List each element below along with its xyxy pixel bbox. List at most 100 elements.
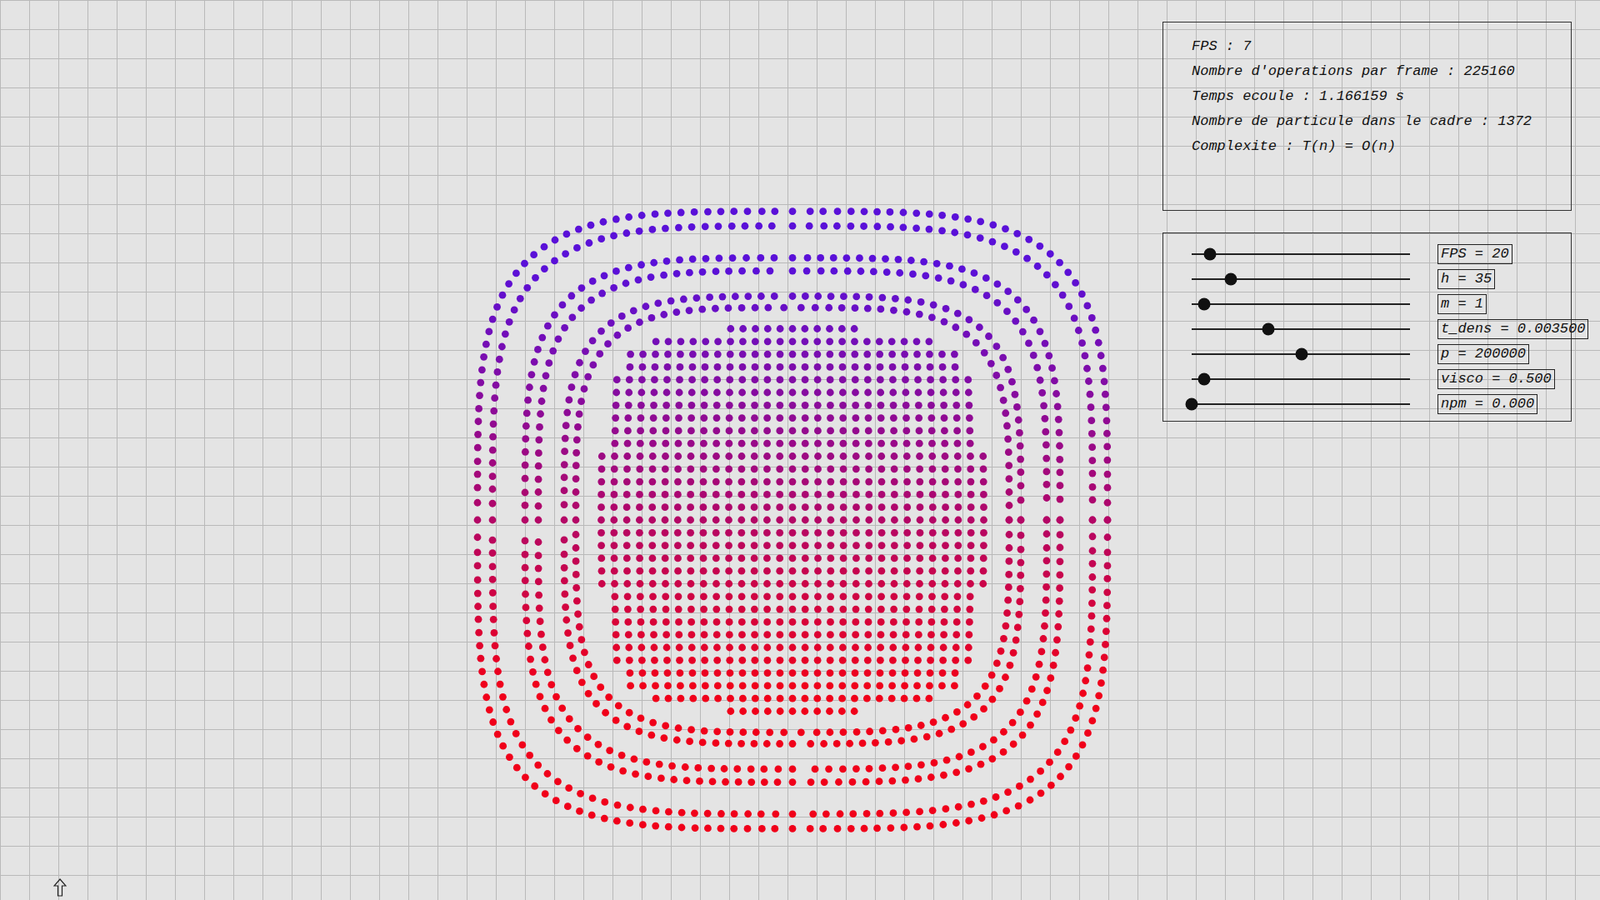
particle xyxy=(947,725,955,734)
particle xyxy=(913,682,921,690)
particle xyxy=(775,541,784,550)
slider-track[interactable] xyxy=(1191,378,1410,380)
particle xyxy=(523,410,531,418)
particle xyxy=(966,580,975,588)
particle xyxy=(739,682,747,690)
particle xyxy=(851,304,860,312)
particle xyxy=(713,656,721,665)
particle xyxy=(940,414,949,422)
particle xyxy=(903,478,911,486)
slider-knob[interactable] xyxy=(1197,373,1210,386)
particle xyxy=(873,208,881,216)
particle xyxy=(650,401,658,410)
particle xyxy=(1103,615,1111,623)
particle xyxy=(852,427,860,435)
slider-knob[interactable] xyxy=(1295,348,1309,361)
particle xyxy=(639,363,647,371)
particle xyxy=(713,375,721,384)
particle xyxy=(865,592,873,600)
particle xyxy=(943,756,951,765)
particle xyxy=(1099,666,1107,675)
particle xyxy=(865,440,873,448)
particle xyxy=(569,654,577,662)
particle xyxy=(929,465,937,473)
particle xyxy=(967,555,975,563)
particle xyxy=(903,580,911,588)
particle xyxy=(1087,416,1095,425)
slider-knob[interactable] xyxy=(1197,298,1210,311)
slider-track[interactable] xyxy=(1191,303,1410,305)
particle xyxy=(639,805,647,814)
particle xyxy=(661,541,670,550)
info-line: Nombre de particule dans le cadre : 1372 xyxy=(1191,109,1565,135)
particle xyxy=(663,644,671,652)
particle xyxy=(712,555,720,563)
slider-knob[interactable] xyxy=(1261,323,1275,336)
particle xyxy=(801,414,810,422)
particle xyxy=(827,516,835,525)
particle xyxy=(680,295,688,304)
particle xyxy=(890,567,899,575)
particle xyxy=(526,655,535,664)
particle xyxy=(521,448,530,456)
particle xyxy=(814,363,822,371)
slider-knob[interactable] xyxy=(1204,248,1217,261)
particle xyxy=(928,592,936,600)
particle xyxy=(1070,315,1079,323)
particle xyxy=(1089,495,1097,504)
particle xyxy=(489,472,497,480)
particle xyxy=(691,824,700,832)
particle xyxy=(865,567,873,575)
particle xyxy=(689,695,697,703)
particle xyxy=(941,805,950,813)
particle xyxy=(800,707,809,715)
slider-knob[interactable] xyxy=(1224,273,1237,286)
particle xyxy=(1003,422,1011,430)
slider-track[interactable] xyxy=(1191,353,1410,355)
particle xyxy=(857,267,865,275)
particle xyxy=(573,666,581,675)
particle xyxy=(687,592,695,600)
particle xyxy=(568,383,576,391)
particle xyxy=(763,503,771,511)
particle xyxy=(927,644,935,652)
particle xyxy=(993,280,1001,288)
particle xyxy=(687,618,695,626)
particle xyxy=(750,592,759,600)
slider-track[interactable] xyxy=(1191,253,1410,255)
particle xyxy=(635,727,644,735)
particle xyxy=(635,516,644,525)
slider-track[interactable] xyxy=(1191,278,1410,280)
particle xyxy=(927,773,935,781)
slider-knob[interactable] xyxy=(1185,398,1199,411)
particle xyxy=(630,755,638,764)
particle xyxy=(573,597,581,605)
particle xyxy=(890,605,898,614)
particle xyxy=(535,449,543,457)
particle xyxy=(935,730,944,738)
particle xyxy=(700,414,708,422)
particle xyxy=(890,490,899,499)
slider-track[interactable] xyxy=(1191,328,1410,330)
slider-track[interactable] xyxy=(1191,403,1410,405)
particle xyxy=(715,254,723,262)
particle xyxy=(965,389,973,397)
particle xyxy=(1014,295,1022,304)
particle xyxy=(649,605,657,614)
info-panel: FPS : 7Nombre d'operations par frame : 2… xyxy=(1162,21,1572,211)
particle xyxy=(940,427,949,435)
particle xyxy=(980,705,988,713)
particle xyxy=(560,460,569,469)
particle xyxy=(474,499,482,507)
particle xyxy=(801,618,810,626)
particle xyxy=(610,478,619,486)
particle xyxy=(1089,516,1097,525)
particle xyxy=(851,630,860,639)
particle xyxy=(847,207,855,215)
particle xyxy=(1000,728,1008,736)
particle xyxy=(700,605,708,614)
particle xyxy=(1041,609,1050,617)
particle xyxy=(625,656,634,665)
particle xyxy=(990,735,998,744)
particle xyxy=(664,209,672,217)
